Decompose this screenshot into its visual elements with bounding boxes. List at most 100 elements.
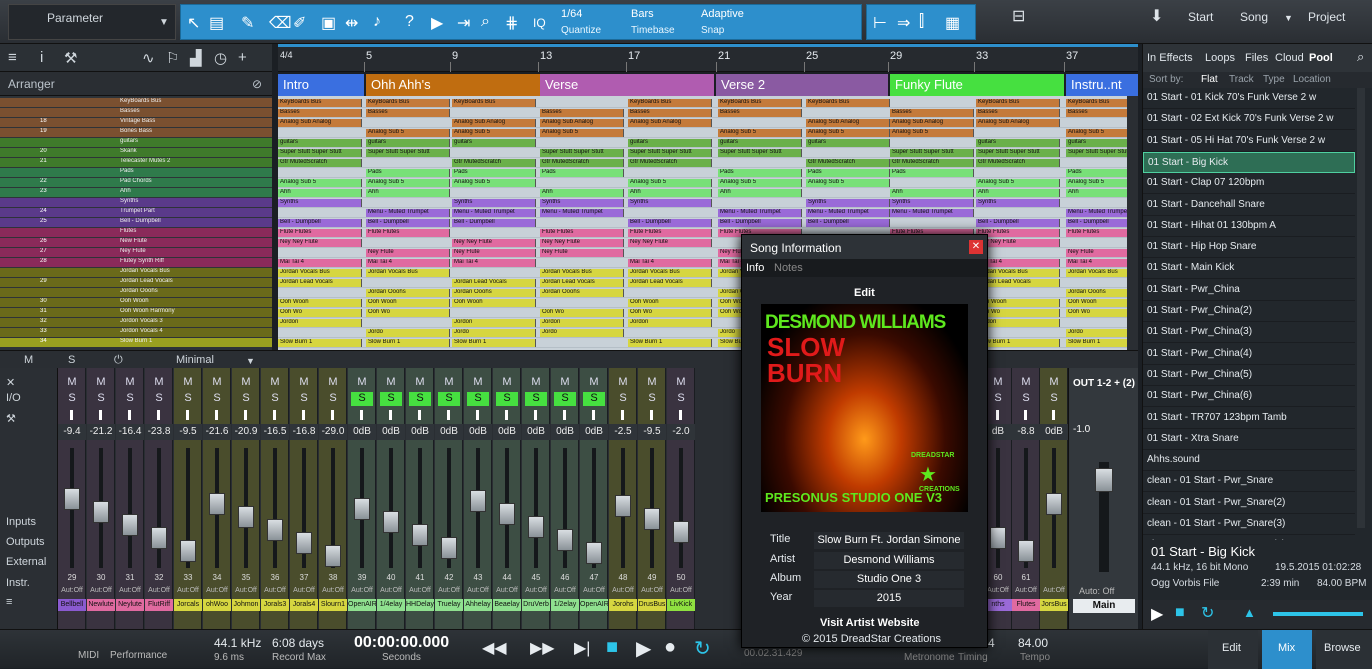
edit-tab[interactable]: Edit [1208, 630, 1258, 669]
browser-tab[interactable]: Files [1245, 52, 1268, 64]
volume-icon[interactable]: ▲ [1243, 605, 1256, 620]
mute-button[interactable]: M [61, 376, 83, 390]
mute-button[interactable]: M [496, 376, 518, 390]
search-icon[interactable]: ⌕ [1357, 49, 1364, 65]
solo-button[interactable]: S [264, 392, 286, 406]
clip[interactable]: Flute Flutes [278, 229, 362, 237]
clip[interactable]: Flute Flutes [628, 229, 712, 237]
clip[interactable]: Jordo [452, 329, 536, 337]
clip[interactable]: Slow Burn 1 [452, 339, 536, 347]
clip[interactable]: Jordan Ooohs [540, 289, 624, 297]
clip[interactable]: Gtr MutedScratch [540, 159, 624, 167]
clip[interactable]: Ooh Wo [278, 309, 362, 317]
clip[interactable]: Pads [366, 169, 450, 177]
record-button[interactable]: ● [664, 636, 676, 659]
clip[interactable]: Menu - Muted Trumpet [890, 209, 974, 217]
pan-indicator[interactable] [389, 410, 392, 420]
browser-tab[interactable]: Pool [1309, 52, 1333, 64]
clip[interactable]: Bell - Dumpbell [806, 219, 890, 227]
clip[interactable]: Ahh [540, 189, 624, 197]
clip[interactable]: Analog Sub 5 [718, 129, 802, 137]
clip[interactable]: Gtr MutedScratch [890, 159, 974, 167]
clip[interactable]: Mai Tai 4 [452, 259, 536, 267]
track-row[interactable]: 24 Trumpet Part [0, 208, 272, 217]
fader-track[interactable] [418, 448, 422, 568]
automation-mode[interactable]: Aut:Off [87, 587, 115, 594]
arranger-section[interactable]: Verse 2 [716, 74, 888, 96]
clip[interactable]: Bell - Dumpbell [366, 219, 450, 227]
automation-mode[interactable]: Aut:Off [377, 587, 405, 594]
clip[interactable]: Ooh Wo [540, 309, 624, 317]
track-row[interactable]: KeyBoards Bus [0, 98, 272, 107]
return-zero-icon[interactable]: ◀◀ [482, 638, 507, 658]
pool-item[interactable]: 01 Start - Big Kick [1143, 151, 1355, 173]
fader-track[interactable] [128, 448, 132, 568]
arrow-tool-icon[interactable]: ↖ [187, 13, 200, 33]
clip[interactable]: Basses [976, 109, 1060, 117]
automation-mode[interactable]: Aut:Off [984, 587, 1012, 594]
automation-mode[interactable]: Aut:Off [261, 587, 289, 594]
clip[interactable]: KeyBoards Bus [278, 99, 362, 107]
power-icon[interactable]: ⏻ [114, 354, 123, 367]
fader-knob[interactable] [180, 540, 196, 562]
solo-button[interactable]: S [1043, 392, 1065, 406]
clip[interactable]: Slow Burn 1 [628, 339, 712, 347]
mute-tool-icon[interactable]: ▣ [321, 13, 336, 33]
clip[interactable]: Pads [806, 169, 890, 177]
download-icon[interactable]: ⬇ [1150, 6, 1163, 26]
pan-indicator[interactable] [505, 410, 508, 420]
clip[interactable]: Analog Sub 5 [278, 179, 362, 187]
mixer-mode[interactable]: Minimal [176, 354, 214, 366]
track-row[interactable]: 27 Ney Flute [0, 248, 272, 257]
fader-knob[interactable] [151, 527, 167, 549]
solo-button[interactable]: S [987, 392, 1009, 406]
pan-indicator[interactable] [1024, 410, 1027, 420]
pool-item[interactable]: clean - 01 Start - Pwr_Snare(3) [1143, 514, 1355, 535]
clip[interactable]: Bell - Dumpbell [278, 219, 362, 227]
solo-button[interactable]: S [119, 392, 141, 406]
clip[interactable]: Jordan Lead Vocals [976, 279, 1060, 287]
solo-button[interactable]: S [90, 392, 112, 406]
clip[interactable]: KeyBoards Bus [806, 99, 890, 107]
clip[interactable]: Jordon [278, 319, 362, 327]
mute-button[interactable]: M [177, 376, 199, 390]
track-row[interactable]: Basses [0, 108, 272, 117]
clip[interactable]: KeyBoards Bus [628, 99, 712, 107]
fader-track[interactable] [157, 448, 161, 568]
pan-indicator[interactable] [1052, 410, 1055, 420]
automation-mode[interactable]: Aut:Off [1012, 587, 1040, 594]
track-row[interactable]: 21 Telecaster Mutes 2 [0, 158, 272, 167]
solo-button[interactable]: S [177, 392, 199, 406]
automation-mode[interactable]: Aut:Off [348, 587, 376, 594]
fader-track[interactable] [996, 448, 1000, 568]
fader-knob[interactable] [615, 495, 631, 517]
scroll-icon[interactable]: ⇥ [457, 13, 470, 33]
arranger-section[interactable]: Ohh Ahh's [366, 74, 540, 96]
mute-button[interactable]: M [641, 376, 663, 390]
track-row[interactable]: 30 Ooh Wooh [0, 298, 272, 307]
close-button[interactable]: ✕ [969, 240, 983, 254]
pool-item[interactable]: Ahhs.sound [1143, 450, 1355, 472]
clip[interactable]: Jordan Lead Vocals [540, 279, 624, 287]
track-row[interactable]: 31 Ooh Wooh Harmony [0, 308, 272, 317]
paint-tool-icon[interactable]: ✐ [293, 13, 306, 33]
parameter-field[interactable]: Parameter ▼ [8, 4, 176, 40]
mute-button[interactable]: M [612, 376, 634, 390]
time-display[interactable]: 00:00:00.000 [354, 634, 449, 652]
clip[interactable]: Ooh Wo [976, 309, 1060, 317]
clip[interactable]: Pads [718, 169, 802, 177]
fader-knob[interactable] [557, 529, 573, 551]
fader-knob[interactable] [93, 501, 109, 523]
clip[interactable]: Analog Sub 5 [806, 129, 890, 137]
clip[interactable]: Analog Sub 5 [452, 179, 536, 187]
automation-mode[interactable]: Aut:Off [406, 587, 434, 594]
timebase-value[interactable]: Bars [631, 8, 654, 20]
automation-mode[interactable]: Aut:Off [667, 587, 695, 594]
io-button[interactable]: I/O [6, 392, 21, 404]
track-row[interactable]: 19 Bones Bass [0, 128, 272, 137]
clip[interactable]: Analog Sub 5 [452, 129, 536, 137]
track-row[interactable]: Synths [0, 198, 272, 207]
iq-label[interactable]: IQ [533, 16, 546, 30]
mute-button[interactable]: M [583, 376, 605, 390]
clip[interactable]: Ney Flute [366, 249, 450, 257]
